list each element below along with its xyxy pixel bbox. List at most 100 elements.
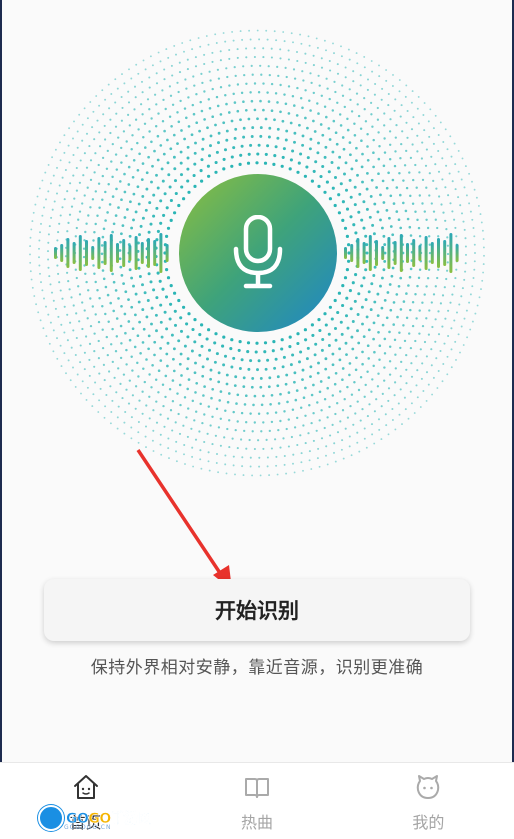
ring-dot [157, 369, 161, 372]
ring-dot [341, 284, 345, 288]
ring-dot [170, 64, 173, 67]
ring-dot [49, 182, 52, 185]
ring-dot [179, 403, 182, 407]
ring-dot [169, 284, 173, 288]
ring-dot [427, 333, 430, 336]
ring-dot [353, 203, 357, 207]
ring-dot [364, 234, 368, 238]
ring-dot [365, 187, 369, 191]
ring-dot [101, 89, 104, 92]
ring-dot [310, 179, 314, 183]
ring-dot [295, 114, 299, 117]
ring-dot [361, 152, 364, 156]
ring-dot [161, 89, 164, 92]
ring-dot [72, 304, 75, 307]
ring-dot [242, 126, 246, 130]
ring-dot [289, 363, 293, 367]
ring-dot [115, 317, 119, 320]
ring-dot [320, 94, 323, 98]
wave-bars-right [344, 233, 459, 273]
ring-dot [341, 378, 344, 381]
ring-dot [282, 147, 286, 151]
ring-dot [383, 112, 386, 115]
ring-dot [372, 274, 376, 277]
ring-dot [59, 344, 62, 347]
ring-dot [236, 420, 239, 423]
ring-dot [167, 56, 170, 59]
ring-dot [287, 391, 291, 394]
nav-item-hot-songs[interactable]: 热曲 [171, 763, 342, 839]
ring-dot [201, 374, 205, 378]
ring-dot [207, 451, 210, 454]
ring-dot [166, 364, 169, 368]
ring-dot [341, 94, 345, 97]
ring-dot [175, 450, 177, 453]
ring-dot [284, 102, 288, 106]
ring-dot [52, 174, 55, 177]
ring-dot [308, 44, 311, 47]
ring-dot [460, 178, 463, 181]
ring-dot [304, 338, 308, 342]
ring-dot [119, 265, 123, 269]
ring-dot [69, 321, 72, 324]
ring-dot [409, 194, 412, 198]
ring-dot [148, 130, 151, 133]
ring-dot [256, 117, 259, 121]
ring-dot [309, 137, 313, 141]
ring-dot [277, 402, 281, 405]
ring-dot [393, 338, 397, 342]
ring-dot [418, 235, 422, 238]
ring-dot [215, 407, 219, 411]
ring-dot [409, 156, 413, 160]
ring-dot [66, 271, 69, 274]
ring-dot [161, 287, 165, 291]
microphone-button[interactable] [179, 174, 337, 332]
ring-dot [224, 94, 227, 97]
ring-dot [301, 143, 305, 147]
ring-dot [301, 134, 305, 138]
ring-dot [130, 276, 134, 280]
ring-dot [359, 84, 362, 87]
ring-dot [189, 39, 192, 42]
ring-dot [423, 102, 426, 104]
ring-dot [394, 367, 397, 370]
ring-dot [368, 403, 371, 406]
ring-dot [109, 422, 112, 425]
ring-dot [405, 316, 409, 320]
ring-dot [87, 214, 90, 217]
ring-dot [360, 139, 363, 142]
ring-dot [262, 108, 265, 112]
ring-dot [271, 349, 275, 353]
ring-dot [302, 396, 306, 399]
ring-dot [287, 112, 291, 115]
ring-dot [418, 194, 421, 197]
ring-dot [192, 75, 195, 78]
ring-dot [291, 353, 295, 357]
wave-bar [375, 240, 378, 266]
ring-dot [222, 167, 226, 171]
start-recognition-button[interactable]: 开始识别 [44, 579, 470, 641]
ring-dot [104, 138, 107, 141]
ring-dot [109, 118, 112, 121]
ring-dot [362, 276, 366, 280]
ring-dot [408, 332, 411, 335]
ring-dot [77, 218, 80, 221]
ring-dot [473, 243, 476, 246]
ring-dot [281, 119, 285, 123]
ring-dot [211, 115, 215, 119]
ring-dot [127, 101, 131, 104]
ring-dot [253, 55, 256, 59]
ring-dot [432, 127, 435, 130]
ring-dot [360, 218, 364, 222]
ring-dot [234, 473, 236, 476]
ring-dot [145, 171, 149, 175]
ring-dot [276, 384, 280, 388]
ring-dot [148, 201, 152, 205]
ring-dot [359, 127, 363, 131]
nav-item-mine[interactable]: 我的 [343, 763, 514, 839]
ring-dot [179, 329, 184, 333]
ring-dot [141, 162, 145, 165]
ring-dot [262, 447, 265, 450]
ring-dot [444, 128, 447, 131]
ring-dot [480, 221, 483, 224]
